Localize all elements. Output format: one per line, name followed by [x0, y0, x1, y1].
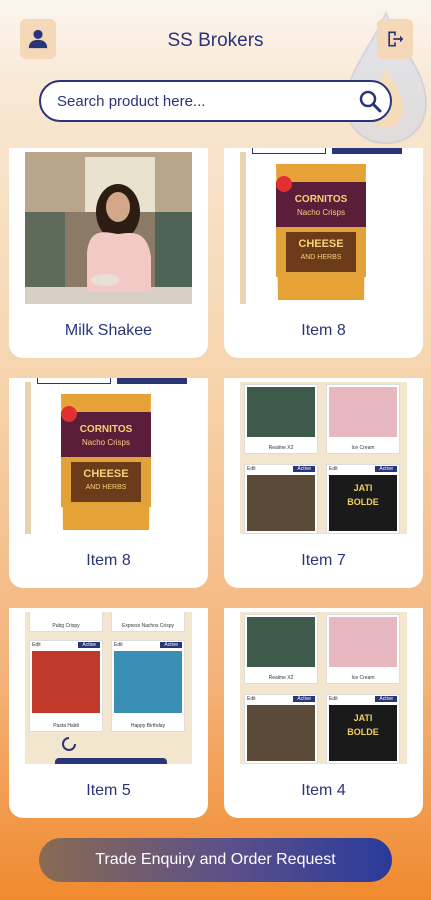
mini-tile: Realme X2	[244, 614, 318, 684]
jatti-text-1: JATI	[353, 483, 373, 493]
pack-line: Nacho Crisps	[82, 438, 130, 447]
mini-caption: Realme X2	[268, 675, 294, 681]
pack-brand: CORNITOS	[295, 194, 348, 205]
mini-caption: Realme X2	[268, 445, 294, 451]
mini-tile: Edit Active JATI BOLDE	[326, 464, 400, 534]
mini-caption: Ice Cream	[351, 445, 375, 451]
collage-image: Realme X2 Ice Cream Edit Active Edit Activ…	[240, 382, 407, 534]
mini-edit: Edit	[247, 466, 256, 472]
jatti-text-2: BOLDE	[347, 727, 379, 737]
pack-flavor-sub: AND HERBS	[301, 254, 342, 261]
jatti-text-1: JATI	[353, 713, 373, 723]
app-header: SS Brokers	[0, 0, 431, 80]
mini-active: Active	[375, 466, 397, 472]
pack-flavor: CHEESE	[83, 468, 128, 480]
mini-edit: Edit	[329, 466, 338, 472]
mini-active: Active	[293, 696, 315, 702]
mini-tile: Ice Cream	[326, 614, 400, 684]
mini-tile: Ice Cream	[326, 384, 400, 454]
mini-tile: Edit Active	[244, 464, 318, 534]
mini-caption: Express Nachos Crispy	[122, 623, 174, 629]
pack-line: Nacho Crisps	[297, 208, 345, 217]
mini-tile: Edit Active Happy Birthday	[111, 640, 185, 732]
product-image	[25, 152, 192, 304]
product-card[interactable]: CORNITOS Nacho Crisps CHEESE AND HERBS I…	[224, 148, 423, 358]
pack-brand: CORNITOS	[80, 424, 133, 435]
search-bar	[39, 80, 392, 122]
mini-tile: Edit Active JATI BOLDE	[326, 694, 400, 764]
product-card[interactable]: Realme X2 Ice Cream Edit Active Edit Activ…	[224, 608, 423, 818]
mini-active: Active	[293, 466, 315, 472]
mini-caption: Pasta Haldi	[53, 723, 79, 729]
mini-tile: Edit Active Pasta Haldi	[29, 640, 103, 732]
mini-edit: Edit	[32, 642, 41, 648]
cornitos-pack-image: CORNITOS Nacho Crisps CHEESE AND HERBS	[31, 392, 181, 532]
mini-active: Active	[375, 696, 397, 702]
active-tab	[117, 378, 187, 384]
trade-enquiry-button[interactable]: Trade Enquiry and Order Request	[39, 838, 392, 882]
mini-edit: Edit	[247, 696, 256, 702]
product-name: Item 7	[301, 552, 346, 569]
product-card[interactable]: Milk Shakee	[9, 148, 208, 358]
search-input[interactable]	[57, 92, 350, 110]
product-name: Item 8	[86, 552, 131, 569]
mini-edit: Edit	[329, 696, 338, 702]
jatti-text-2: BOLDE	[347, 497, 379, 507]
mini-active: Active	[78, 642, 100, 648]
edit-tab	[252, 148, 326, 154]
mini-tile: Edit Active	[244, 694, 318, 764]
pack-flavor-sub: AND HERBS	[86, 484, 127, 491]
product-name: Item 4	[301, 782, 346, 799]
edit-tab	[37, 378, 111, 384]
mini-active: Active	[160, 642, 182, 648]
mini-tile: Realme X2	[244, 384, 318, 454]
product-name: Milk Shakee	[64, 322, 153, 339]
mini-tile: Pubg Crispy	[29, 612, 103, 632]
mini-tile: Express Nachos Crispy	[111, 612, 185, 632]
mini-caption: Happy Birthday	[130, 723, 166, 729]
product-name: Item 5	[86, 782, 131, 799]
cornitos-pack-image: CORNITOS Nacho Crisps CHEESE AND HERBS	[246, 162, 396, 302]
collage-image: Pubg Crispy Express Nachos Crispy Edit Ac…	[25, 612, 192, 764]
pack-flavor: CHEESE	[298, 238, 343, 250]
mini-caption: Pubg Crispy	[52, 623, 80, 629]
search-icon	[359, 90, 382, 113]
product-name: Item 8	[301, 322, 346, 339]
mini-edit: Edit	[114, 642, 123, 648]
logout-icon	[388, 31, 404, 47]
active-tab	[332, 148, 402, 154]
collage-image: Realme X2 Ice Cream Edit Active Edit Activ…	[240, 612, 407, 764]
page-title: SS Brokers	[167, 30, 264, 51]
product-card[interactable]: Pubg Crispy Express Nachos Crispy Edit Ac…	[9, 608, 208, 818]
product-card[interactable]: CORNITOS Nacho Crisps CHEESE AND HERBS I…	[9, 378, 208, 588]
product-card[interactable]: Realme X2 Ice Cream Edit Active Edit Activ…	[224, 378, 423, 588]
search-button[interactable]	[350, 89, 390, 113]
loading-spinner-icon	[62, 737, 76, 751]
mini-button	[55, 758, 167, 764]
logout-button[interactable]	[377, 19, 413, 59]
mini-caption: Ice Cream	[351, 675, 375, 681]
